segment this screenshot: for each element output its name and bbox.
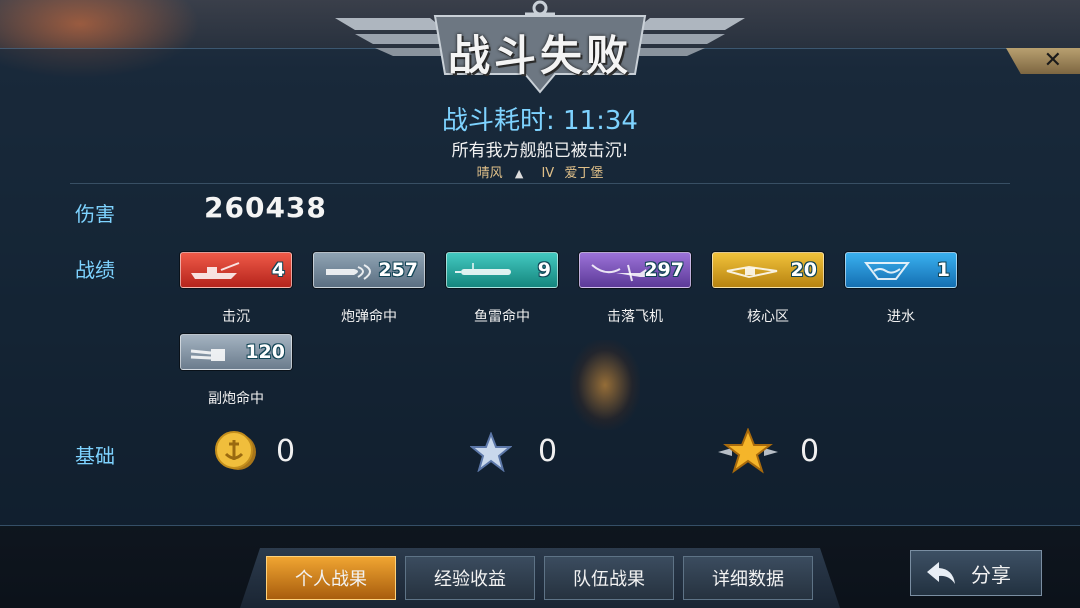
stat-label-flooding: 进水 <box>887 309 915 325</box>
damage-value: 260438 <box>204 191 327 224</box>
gold-star-value: 0 <box>800 434 820 469</box>
ship-name: 爱丁堡 <box>564 166 604 181</box>
ship-class-icon: ▲ <box>514 167 524 180</box>
stat-value-shell: 257 <box>378 259 418 281</box>
background-fire <box>570 340 640 430</box>
tab-team-results[interactable]: 队伍战果 <box>544 556 674 600</box>
stat-badge-flooding: 1 <box>845 252 957 288</box>
basic-label: 基础 <box>75 444 115 468</box>
coin-icon <box>215 431 256 470</box>
stat-badge-sink: 4 <box>180 252 292 288</box>
stat-label-secondary: 副炮命中 <box>208 391 264 407</box>
stat-value-secondary: 120 <box>245 341 285 363</box>
share-button[interactable]: 分享 <box>910 550 1042 596</box>
defeat-title: 战斗失败 <box>447 31 632 80</box>
damage-label: 伤害 <box>75 202 115 226</box>
stat-value-sink: 4 <box>271 259 285 281</box>
battle-result-text: 所有我方舰船已被击沉! <box>451 141 629 161</box>
stat-value-citadel: 20 <box>790 259 817 281</box>
silver-star-icon <box>470 432 512 472</box>
ship-info-line: 晴风 ▲ IV 爱丁堡 <box>0 162 1080 181</box>
stat-label-plane: 击落飞机 <box>607 309 663 325</box>
close-icon: ✕ <box>1043 48 1062 73</box>
stat-label-sink: 击沉 <box>222 309 250 325</box>
stat-value-plane: 297 <box>644 259 684 281</box>
stat-badge-plane: 297 <box>579 252 691 288</box>
tab-detailed-data[interactable]: 详细数据 <box>683 556 813 600</box>
stat-label-torpedo: 鱼雷命中 <box>474 309 530 325</box>
silver-star-value: 0 <box>538 434 558 469</box>
record-label: 战绩 <box>75 258 115 282</box>
defeat-banner: 战斗失败 <box>335 0 745 98</box>
stat-badge-citadel: 20 <box>712 252 824 288</box>
secondary-gun-icon <box>190 349 225 361</box>
share-label: 分享 <box>971 562 1011 587</box>
coins-value: 0 <box>276 434 296 469</box>
header-divider <box>70 183 1010 184</box>
battle-duration: 战斗耗时: 11:34 <box>442 106 638 136</box>
player-name: 晴风 <box>476 166 503 181</box>
shell-icon <box>326 264 371 280</box>
stat-badge-torpedo: 9 <box>446 252 558 288</box>
tab-personal-results[interactable]: 个人战果 <box>266 556 396 600</box>
stat-badge-secondary: 120 <box>180 334 292 370</box>
stat-label-shell: 炮弹命中 <box>341 309 397 325</box>
share-arrow-icon <box>927 562 955 584</box>
stat-value-flooding: 1 <box>936 259 950 281</box>
stat-badge-shell: 257 <box>313 252 425 288</box>
torpedo-icon <box>455 263 511 275</box>
ship-sink-icon <box>191 262 240 279</box>
flooding-icon <box>864 262 910 280</box>
stat-label-citadel: 核心区 <box>747 309 789 325</box>
citadel-icon <box>726 265 778 279</box>
gold-star-icon <box>718 428 778 474</box>
tab-experience[interactable]: 经验收益 <box>405 556 535 600</box>
ship-tier: IV <box>541 166 555 181</box>
stat-value-torpedo: 9 <box>537 259 551 281</box>
